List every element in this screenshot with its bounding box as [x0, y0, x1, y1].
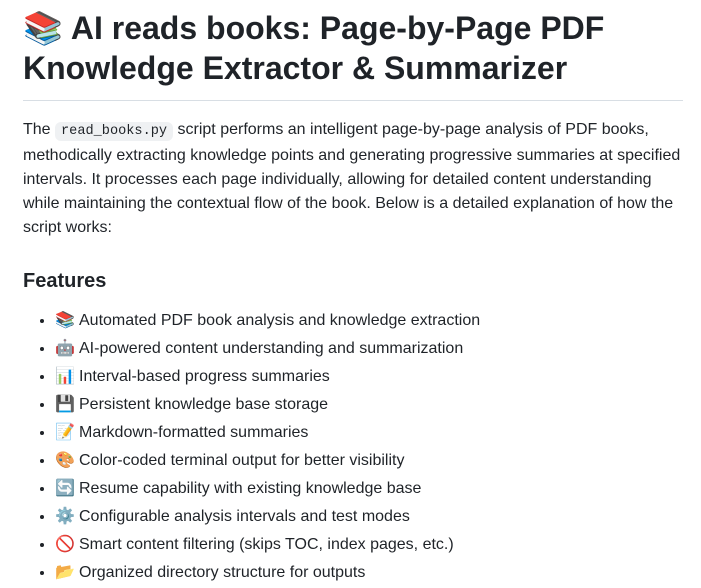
list-item: 💾Persistent knowledge base storage [55, 393, 683, 417]
page-title-text: AI reads books: Page-by-Page PDF Knowled… [23, 10, 605, 86]
list-item: 🤖AI-powered content understanding and su… [55, 337, 683, 361]
prohibited-icon: 🚫 [55, 536, 75, 553]
intro-paragraph: The read_books.py script performs an int… [23, 118, 685, 240]
list-item-text: Configurable analysis intervals and test… [79, 508, 410, 525]
list-item: ⚙️Configurable analysis intervals and te… [55, 505, 683, 529]
list-item-text: AI-powered content understanding and sum… [79, 340, 464, 357]
list-item-text: Markdown-formatted summaries [79, 424, 309, 441]
list-item: 📊Interval-based progress summaries [55, 365, 683, 389]
robot-icon: 🤖 [55, 340, 75, 357]
list-item: 📂Organized directory structure for outpu… [55, 561, 683, 585]
floppy-disk-icon: 💾 [55, 396, 75, 413]
list-item: 🚫Smart content filtering (skips TOC, ind… [55, 533, 683, 557]
intro-text-before: The [23, 121, 56, 138]
list-item-text: Smart content filtering (skips TOC, inde… [79, 536, 454, 553]
open-folder-icon: 📂 [55, 564, 75, 581]
features-list: 📚Automated PDF book analysis and knowled… [23, 309, 683, 585]
list-item-text: Organized directory structure for output… [79, 564, 366, 581]
list-item-text: Color-coded terminal output for better v… [79, 452, 405, 469]
books-icon: 📚 [23, 10, 63, 46]
features-heading: Features [23, 270, 107, 292]
refresh-icon: 🔄 [55, 480, 75, 497]
list-item: 🔄Resume capability with existing knowled… [55, 477, 683, 501]
list-item: 🎨Color-coded terminal output for better … [55, 449, 683, 473]
list-item: 📝Markdown-formatted summaries [55, 421, 683, 445]
books-icon: 📚 [55, 312, 75, 329]
inline-code-script-name: read_books.py [55, 122, 174, 141]
list-item: 📚Automated PDF book analysis and knowled… [55, 309, 683, 333]
list-item-text: Interval-based progress summaries [79, 368, 330, 385]
page-title: 📚 AI reads books: Page-by-Page PDF Knowle… [23, 8, 683, 101]
memo-icon: 📝 [55, 424, 75, 441]
palette-icon: 🎨 [55, 452, 75, 469]
gear-icon: ⚙️ [55, 508, 75, 525]
markdown-document: 📚 AI reads books: Page-by-Page PDF Knowle… [0, 0, 701, 585]
list-item-text: Resume capability with existing knowledg… [79, 480, 422, 497]
bar-chart-icon: 📊 [55, 368, 75, 385]
list-item-text: Automated PDF book analysis and knowledg… [79, 312, 481, 329]
list-item-text: Persistent knowledge base storage [79, 396, 329, 413]
